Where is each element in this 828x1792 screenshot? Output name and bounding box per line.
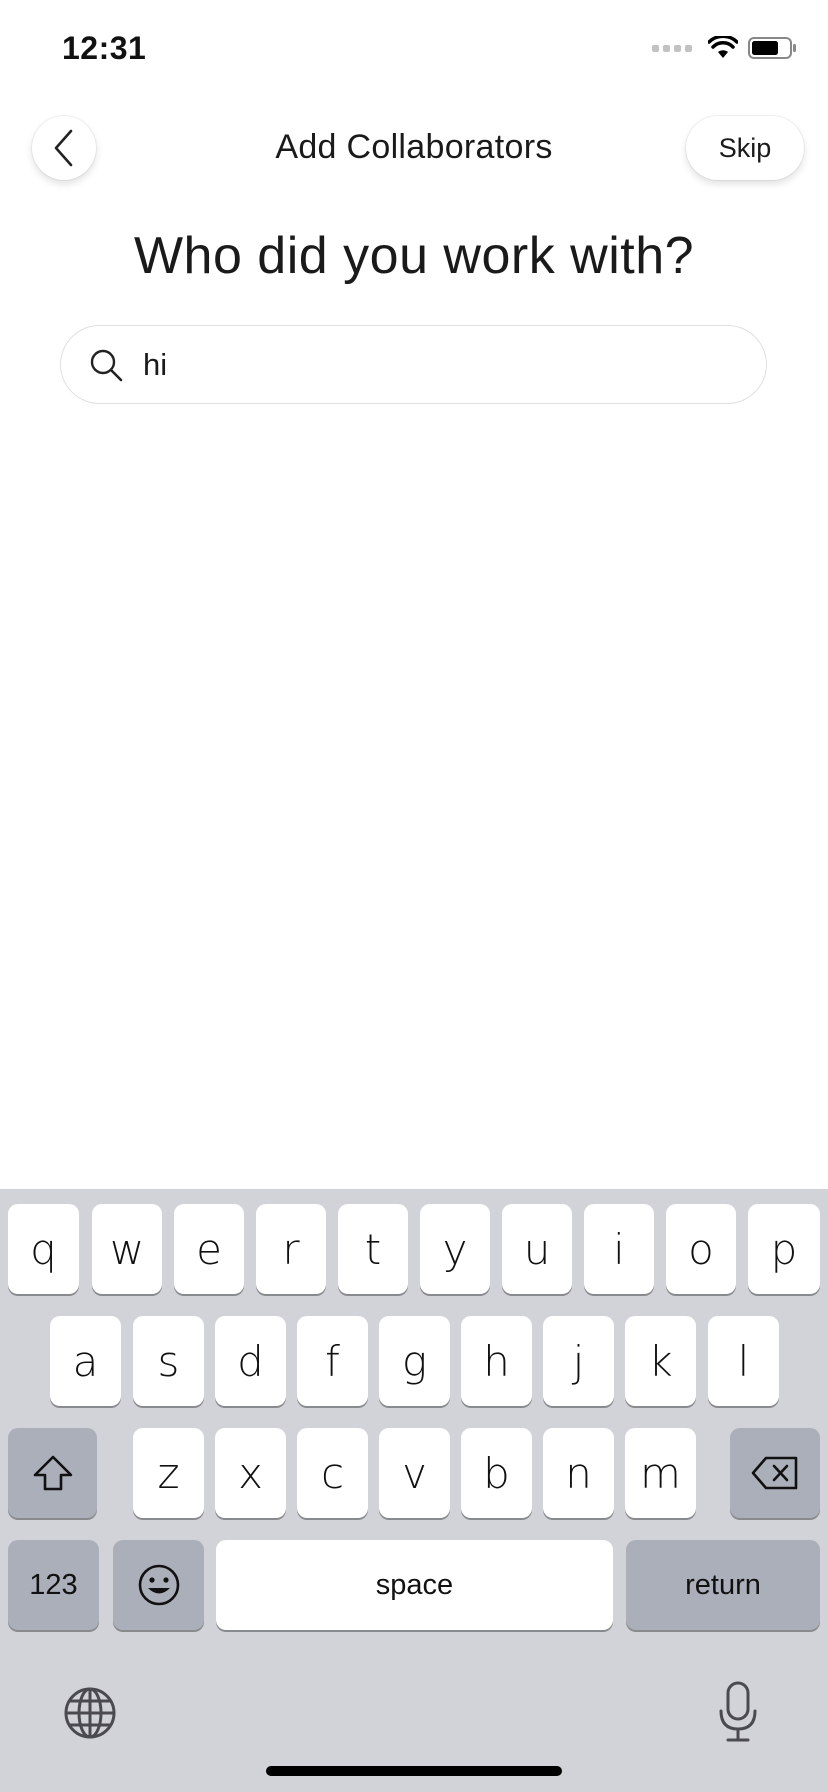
globe-icon: [64, 1687, 116, 1739]
key-j[interactable]: j: [543, 1316, 614, 1406]
key-e[interactable]: e: [174, 1204, 244, 1294]
key-g[interactable]: g: [379, 1316, 450, 1406]
key-h[interactable]: h: [461, 1316, 532, 1406]
key-r[interactable]: r: [256, 1204, 326, 1294]
backspace-icon: [751, 1456, 798, 1490]
search-input-value[interactable]: hi: [143, 347, 167, 383]
cellular-signal-icon: [652, 44, 692, 52]
shift-icon: [33, 1455, 72, 1491]
key-d[interactable]: d: [215, 1316, 286, 1406]
backspace-key[interactable]: [730, 1428, 820, 1518]
key-c[interactable]: c: [297, 1428, 368, 1518]
return-key[interactable]: return: [626, 1540, 820, 1630]
key-n[interactable]: n: [543, 1428, 614, 1518]
key-t[interactable]: t: [338, 1204, 408, 1294]
status-icons: [652, 36, 798, 60]
key-a[interactable]: a: [50, 1316, 121, 1406]
key-w[interactable]: w: [92, 1204, 162, 1294]
question-heading: Who did you work with?: [133, 227, 695, 285]
search-icon: [87, 346, 125, 384]
home-indicator: [266, 1766, 562, 1776]
key-l[interactable]: l: [708, 1316, 779, 1406]
key-o[interactable]: o: [666, 1204, 736, 1294]
skip-button[interactable]: Skip: [686, 116, 804, 180]
wifi-icon: [708, 36, 738, 58]
globe-button[interactable]: [62, 1685, 118, 1741]
keyboard: q w e r t y u i o p a s d f g h j k l z …: [0, 1189, 828, 1792]
space-key[interactable]: space: [216, 1540, 613, 1630]
microphone-icon: [719, 1681, 757, 1742]
key-f[interactable]: f: [297, 1316, 368, 1406]
key-i[interactable]: i: [584, 1204, 654, 1294]
key-s[interactable]: s: [133, 1316, 204, 1406]
key-u[interactable]: u: [502, 1204, 572, 1294]
key-x[interactable]: x: [215, 1428, 286, 1518]
shift-key[interactable]: [8, 1428, 97, 1518]
key-b[interactable]: b: [461, 1428, 532, 1518]
dictation-button[interactable]: [714, 1679, 762, 1745]
key-m[interactable]: m: [625, 1428, 696, 1518]
key-y[interactable]: y: [420, 1204, 490, 1294]
emoji-key[interactable]: [113, 1540, 204, 1630]
numbers-key[interactable]: 123: [8, 1540, 99, 1630]
search-input[interactable]: hi: [60, 325, 767, 404]
battery-icon: [748, 37, 796, 59]
key-v[interactable]: v: [379, 1428, 450, 1518]
key-k[interactable]: k: [625, 1316, 696, 1406]
key-z[interactable]: z: [133, 1428, 204, 1518]
status-time: 12:31: [62, 30, 147, 66]
emoji-icon: [138, 1564, 179, 1606]
key-p[interactable]: p: [748, 1204, 820, 1294]
key-q[interactable]: q: [8, 1204, 79, 1294]
